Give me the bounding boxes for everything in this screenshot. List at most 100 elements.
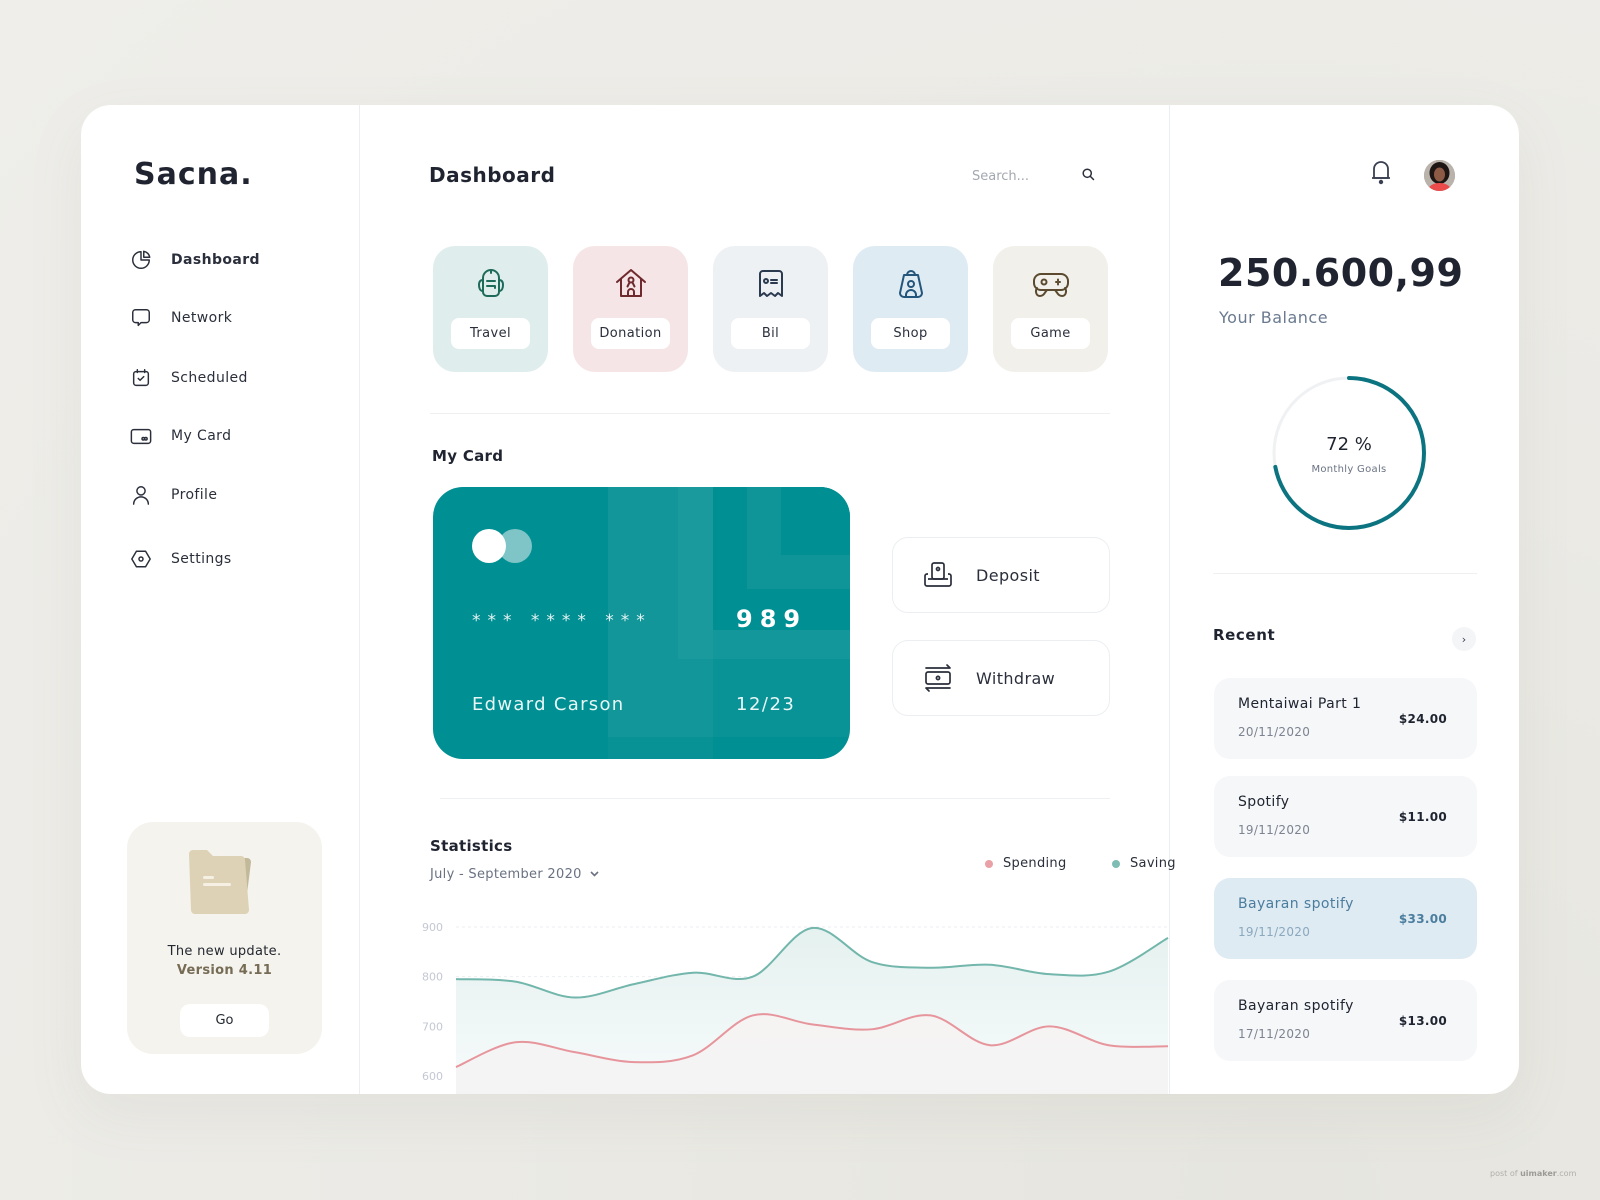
category-shop[interactable]: Shop [853,246,968,372]
update-card: The new update. Version 4.11 Go [127,822,322,1054]
divider [1213,573,1477,574]
category-bil[interactable]: Bil [713,246,828,372]
sidebar-item-my-card[interactable]: My Card [129,421,231,451]
category-label: Travel [451,318,530,349]
balance-amount: 250.600,99 [1218,251,1464,295]
update-go-button[interactable]: Go [180,1004,269,1037]
category-donation[interactable]: Donation [573,246,688,372]
withdraw-button[interactable]: Withdraw [892,640,1110,716]
chevron-down-icon [590,870,599,880]
goal-label: Monthly Goals [1311,464,1387,475]
sidebar-item-network[interactable]: Network [129,303,232,333]
y-tick-label: 700 [422,1020,443,1033]
transaction-name: Spotify [1238,794,1290,810]
hexagon-settings-icon [129,547,153,571]
card-last-digits: 989 [736,605,808,633]
divider [430,413,1110,414]
transaction-name: Mentaiwai Part 1 [1238,696,1362,712]
deposit-button[interactable]: Deposit [892,537,1110,613]
period-label: July - September 2020 [430,867,582,882]
transaction-name: Bayaran spotify [1238,896,1354,912]
balance-label: Your Balance [1219,308,1329,327]
credit-card[interactable]: *** **** *** 989 Edward Carson 12/23 [433,487,850,759]
shopping-bag-icon [853,266,968,302]
statistics-chart: 900 800 700 600 [422,905,1170,1094]
sidebar-item-label: Scheduled [171,370,248,386]
chart-svg: 900 800 700 600 [422,921,1169,1094]
transaction-item[interactable]: Bayaran spotify 17/11/2020 $13.00 [1214,980,1477,1061]
legend-saving: Saving [1112,856,1176,871]
user-avatar[interactable] [1424,160,1455,191]
goal-percent: 72 % [1326,434,1372,455]
sidebar-item-dashboard[interactable]: Dashboard [129,245,260,275]
category-label: Donation [591,318,670,349]
deposit-label: Deposit [976,565,1040,585]
search-icon[interactable] [1081,167,1096,186]
dashboard-window: Sacna. Dashboard Network Scheduled My Ca… [81,105,1519,1094]
transaction-date: 19/11/2020 [1238,925,1311,939]
bell-icon[interactable] [1370,159,1392,189]
update-version: Version 4.11 [176,963,273,978]
withdraw-icon [922,662,954,694]
transaction-amount: $33.00 [1398,912,1447,926]
backpack-icon [433,266,548,302]
category-label: Bil [731,318,810,349]
receipt-icon [713,266,828,302]
sidebar-item-label: Dashboard [171,252,260,268]
category-game[interactable]: Game [993,246,1108,372]
y-tick-label: 600 [422,1070,443,1083]
divider [440,798,1110,799]
transaction-item[interactable]: Spotify 19/11/2020 $11.00 [1214,776,1477,857]
app-logo: Sacna. [134,157,253,192]
transaction-amount: $13.00 [1398,1014,1447,1028]
statistics-title: Statistics [430,837,513,855]
category-label: Game [1011,318,1090,349]
transaction-date: 19/11/2020 [1238,823,1311,837]
legend-spending: Spending [985,856,1067,871]
transaction-item-selected[interactable]: Bayaran spotify 19/11/2020 $33.00 [1214,878,1477,959]
main-content: Dashboard Travel Donation [360,105,1176,1094]
card-icon [129,424,153,448]
search-input[interactable] [972,168,1067,184]
sidebar-item-scheduled[interactable]: Scheduled [129,363,248,393]
sidebar-item-profile[interactable]: Profile [129,480,217,510]
deposit-icon [922,559,954,591]
y-tick-label: 900 [422,921,443,934]
user-icon [129,483,153,507]
sidebar-item-label: Network [171,310,233,326]
withdraw-label: Withdraw [976,668,1056,688]
spending-dot [985,859,993,868]
period-dropdown[interactable]: July - September 2020 [430,867,599,882]
sidebar-item-settings[interactable]: Settings [129,544,232,574]
sidebar-item-label: My Card [171,428,232,444]
sidebar: Sacna. Dashboard Network Scheduled My Ca… [81,105,360,1094]
sidebar-item-label: Profile [171,487,218,503]
transaction-item[interactable]: Mentaiwai Part 1 20/11/2020 $24.00 [1214,678,1477,759]
card-expiry: 12/23 [736,694,796,715]
transaction-name: Bayaran spotify [1238,998,1354,1014]
saving-dot [1112,859,1120,868]
house-ribbon-icon [573,266,688,302]
transaction-date: 20/11/2020 [1238,725,1311,739]
transaction-date: 17/11/2020 [1238,1027,1311,1041]
card-holder-name: Edward Carson [472,694,625,715]
chat-bubble-icon [129,306,153,330]
monthly-goal-gauge: 72 % Monthly Goals [1269,373,1429,533]
legend-label: Spending [1003,856,1067,871]
card-brand-logo [472,529,532,563]
recent-title: Recent [1213,626,1276,644]
category-label: Shop [871,318,950,349]
folder-icon [185,850,265,918]
card-pattern [781,487,850,555]
card-masked-number: *** **** *** [472,611,652,631]
search-bar [972,163,1104,189]
update-title: The new update. [167,944,282,959]
pie-chart-icon [129,248,153,272]
category-travel[interactable]: Travel [433,246,548,372]
right-panel: 250.600,99 Your Balance 72 % Monthly Goa… [1170,105,1519,1094]
y-tick-label: 800 [422,971,443,984]
gamepad-icon [993,266,1108,302]
transaction-amount: $11.00 [1398,810,1447,824]
legend-label: Saving [1130,856,1176,871]
chevron-right-icon[interactable]: › [1452,627,1476,651]
